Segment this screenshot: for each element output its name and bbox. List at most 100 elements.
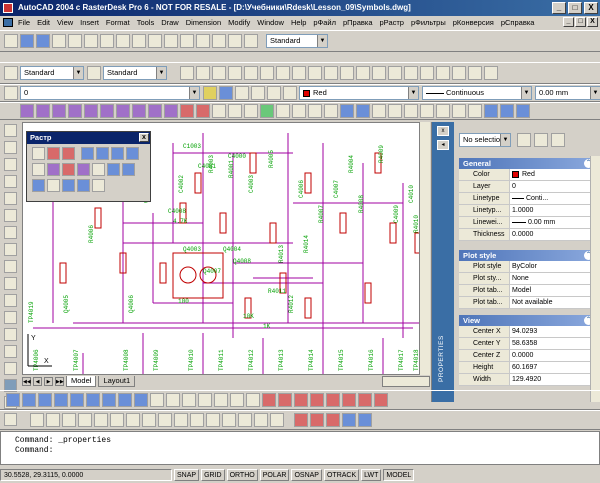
raster-frame-icon[interactable] — [148, 34, 162, 48]
print-icon[interactable] — [52, 34, 66, 48]
snap-toggle[interactable]: SNAP — [174, 469, 200, 481]
chevron-down-icon[interactable]: ▼ — [73, 67, 83, 79]
fillet-icon[interactable] — [254, 413, 268, 427]
raster-panel-title[interactable]: Растр x — [27, 132, 150, 144]
menu-format[interactable]: Format — [106, 18, 130, 27]
table-style-combo[interactable]: Standard ▼ — [266, 34, 328, 48]
raster-delete-icon[interactable] — [62, 147, 75, 160]
move-icon[interactable] — [110, 413, 124, 427]
raster-despeckle-icon[interactable] — [196, 104, 210, 118]
raster-pick-arc-icon[interactable] — [326, 413, 340, 427]
array-icon[interactable] — [94, 413, 108, 427]
raster-layer-icon[interactable] — [251, 86, 265, 100]
revision-cloud-icon[interactable] — [3, 243, 17, 256]
minimize-button[interactable]: _ — [552, 2, 566, 14]
help-icon[interactable] — [484, 66, 498, 80]
raster-refresh-icon[interactable] — [32, 179, 45, 192]
raster-color-icon[interactable] — [260, 104, 274, 118]
save-file-icon[interactable] — [212, 66, 226, 80]
raster-pan-icon[interactable] — [500, 104, 514, 118]
aligned-dim-icon[interactable] — [22, 393, 36, 407]
osnap-toggle[interactable]: OSNAP — [291, 469, 322, 481]
menu-tools[interactable]: Tools — [137, 18, 155, 27]
prop-row-plot-table-type[interactable]: Plot tab... Not available — [459, 297, 596, 309]
properties-icon[interactable] — [436, 66, 450, 80]
linear-dim-icon[interactable] — [6, 393, 20, 407]
raster-copy-icon[interactable] — [228, 34, 242, 48]
dim-update-icon[interactable] — [230, 393, 244, 407]
raster-pick-icon[interactable] — [294, 413, 308, 427]
raster-move-icon[interactable] — [81, 147, 94, 160]
raster-layer2-icon[interactable] — [267, 86, 281, 100]
drawing-doc-icon[interactable] — [3, 18, 13, 27]
raster-brightness-icon[interactable] — [452, 104, 466, 118]
snap-intersection-icon[interactable] — [294, 393, 308, 407]
plot-preview-icon[interactable] — [244, 66, 258, 80]
zoom-window-icon[interactable] — [404, 66, 418, 80]
copy-object-icon[interactable] — [46, 413, 60, 427]
radius-dim-icon[interactable] — [54, 393, 68, 407]
tab-layout1[interactable]: Layout1 — [98, 376, 136, 387]
chevron-down-icon[interactable]: ▼ — [408, 87, 418, 99]
raster-contrast-icon[interactable] — [468, 104, 482, 118]
select-objects-icon[interactable] — [534, 133, 548, 147]
grid-toggle[interactable]: GRID — [201, 469, 225, 481]
palette-autohide-icon[interactable]: ◂ — [437, 140, 449, 150]
raster-show-icon[interactable] — [32, 147, 45, 160]
dim-style-icon[interactable] — [87, 66, 101, 80]
prop-row-center-y[interactable]: Center Y 58.6358 — [459, 338, 596, 350]
command-prompt[interactable]: Command: — [1, 446, 599, 456]
raster-insert-icon[interactable] — [100, 34, 114, 48]
raster-measure-icon[interactable] — [47, 179, 60, 192]
raster-symbol-icon[interactable] — [164, 104, 178, 118]
text-style-icon[interactable] — [4, 66, 18, 80]
chevron-down-icon[interactable]: ▼ — [590, 87, 600, 99]
prop-row-plot-style[interactable]: Plot style ByColor — [459, 261, 596, 273]
rotate-icon[interactable] — [126, 413, 140, 427]
menu-draw[interactable]: Draw — [161, 18, 179, 27]
prop-row-plot-table-attached[interactable]: Plot tab... Model — [459, 285, 596, 297]
dim-text-edit-icon[interactable] — [214, 393, 228, 407]
ordinate-dim-icon[interactable] — [38, 393, 52, 407]
raster-deskew-icon[interactable] — [324, 104, 338, 118]
menu-insert[interactable]: Insert — [80, 18, 99, 27]
menu-dimension[interactable]: Dimension — [186, 18, 221, 27]
chevron-down-icon[interactable]: ▼ — [500, 134, 510, 146]
menu-redit[interactable]: рПравка — [343, 18, 373, 27]
raster-align-icon[interactable] — [126, 147, 139, 160]
raster-threshold-icon[interactable] — [62, 163, 75, 176]
raster-save-icon[interactable] — [116, 34, 130, 48]
stretch-icon[interactable] — [158, 413, 172, 427]
tab-next-icon[interactable]: ▶ — [44, 377, 53, 386]
model-toggle[interactable]: MODEL — [383, 469, 415, 481]
redo-icon[interactable] — [356, 66, 370, 80]
menu-file[interactable]: File — [18, 18, 30, 27]
break-icon[interactable] — [206, 413, 220, 427]
prop-row-linetype-scale[interactable]: Linetyp... 1.0000 — [459, 205, 596, 217]
open-file-icon[interactable] — [20, 34, 34, 48]
snap-endpoint-icon[interactable] — [262, 393, 276, 407]
raster-snap-icon[interactable] — [77, 179, 90, 192]
menu-rhelp[interactable]: рСправка — [501, 18, 535, 27]
prop-row-center-z[interactable]: Center Z 0.0000 — [459, 350, 596, 362]
ellipse-arc-icon[interactable] — [3, 294, 17, 307]
raster-close-icon[interactable] — [132, 34, 146, 48]
design-center-icon[interactable] — [452, 66, 466, 80]
save-icon[interactable] — [36, 34, 50, 48]
new-file-icon[interactable] — [4, 34, 18, 48]
chevron-down-icon[interactable]: ▼ — [317, 35, 327, 47]
match-properties-icon[interactable] — [324, 66, 338, 80]
prop-row-height[interactable]: Height 60.1697 — [459, 362, 596, 374]
polygon-icon[interactable] — [3, 175, 17, 188]
raster-attach-icon[interactable] — [372, 104, 386, 118]
menu-window[interactable]: Window — [257, 18, 284, 27]
undo-icon[interactable] — [340, 66, 354, 80]
ellipse-icon[interactable] — [3, 277, 17, 290]
raster-palette-icon[interactable] — [47, 163, 60, 176]
text-style-combo[interactable]: Standard ▼ — [20, 66, 84, 80]
raster-quality-icon[interactable] — [420, 104, 434, 118]
tool-palettes-icon[interactable] — [468, 66, 482, 80]
palette-close-icon[interactable]: x — [437, 126, 449, 136]
snap-tangent-icon[interactable] — [342, 393, 356, 407]
raster-smooth-icon[interactable] — [107, 163, 120, 176]
